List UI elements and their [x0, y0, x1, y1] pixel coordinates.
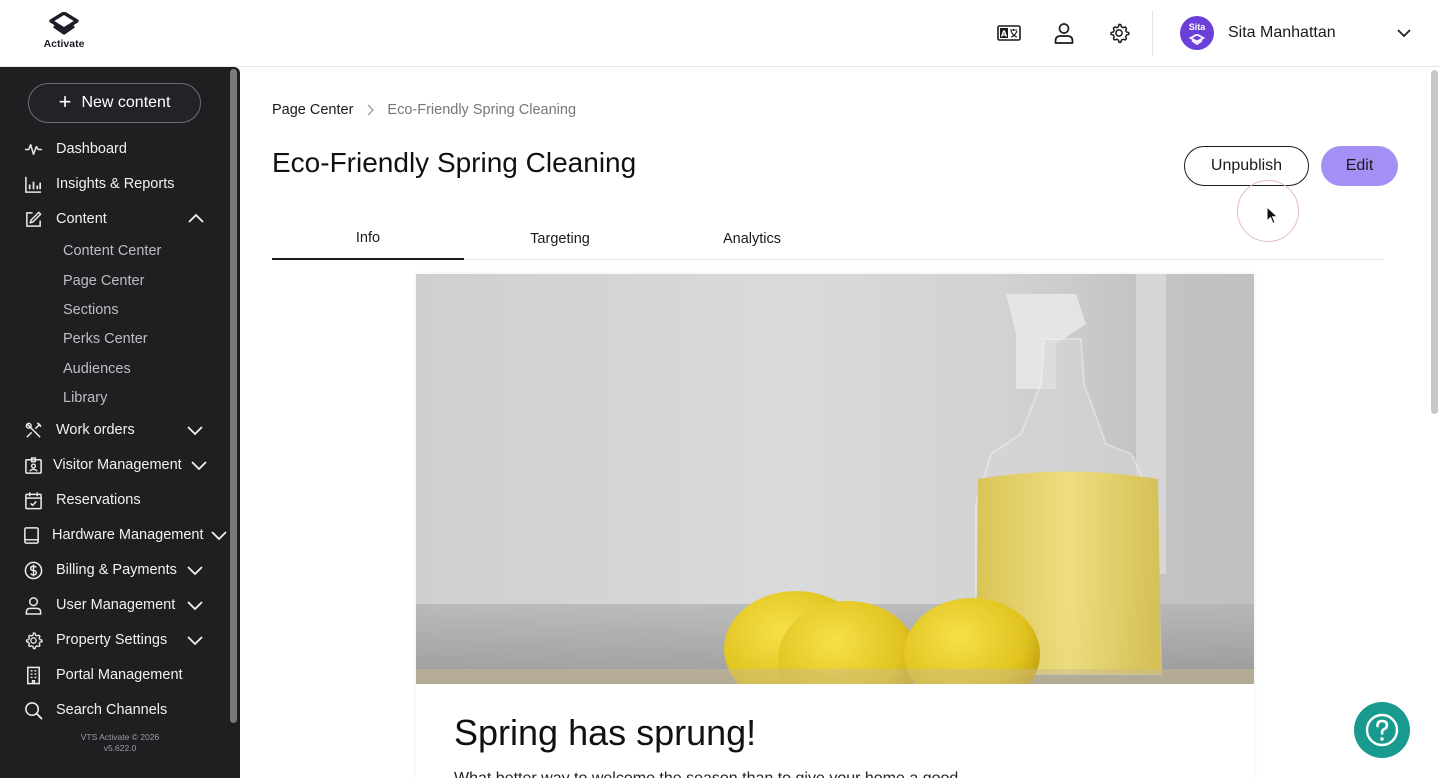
translate-icon[interactable]: A — [996, 20, 1022, 46]
sidebar-scrollbar[interactable] — [230, 69, 237, 723]
dollar-icon — [24, 561, 43, 580]
person-icon[interactable] — [1051, 20, 1077, 46]
svg-text:A: A — [1001, 30, 1008, 39]
chevron-down-icon[interactable] — [211, 527, 227, 543]
sidebar-item-billing[interactable]: Billing & Payments — [0, 555, 230, 585]
edit-button[interactable]: Edit — [1321, 146, 1398, 186]
breadcrumb: Page Center Eco-Friendly Spring Cleaning — [272, 102, 576, 118]
sidebar-sub-sections[interactable]: Sections — [63, 302, 119, 318]
breadcrumb-current: Eco-Friendly Spring Cleaning — [387, 102, 577, 118]
hero-image — [416, 274, 1254, 684]
sidebar-item-label: Insights & Reports — [56, 176, 175, 192]
chevron-down-icon[interactable] — [187, 632, 203, 648]
new-content-label: New content — [81, 94, 171, 111]
sidebar-item-dashboard[interactable]: Dashboard — [0, 134, 230, 164]
logo-text: Activate — [43, 38, 85, 50]
breadcrumb-page-center[interactable]: Page Center — [272, 102, 353, 118]
person-icon — [24, 596, 43, 615]
tab-info[interactable]: Info — [272, 217, 464, 260]
badge-icon — [24, 456, 43, 475]
chevron-right-icon — [367, 104, 375, 116]
user-name: Sita Manhattan — [1228, 24, 1336, 41]
building-icon — [24, 666, 43, 685]
help-button[interactable] — [1354, 702, 1410, 758]
sidebar-sub-perks-center[interactable]: Perks Center — [63, 331, 148, 347]
chevron-up-icon[interactable] — [188, 211, 204, 227]
version-line-2: v5.622.0 — [103, 743, 137, 753]
sidebar-sub-audiences[interactable]: Audiences — [63, 361, 131, 377]
sidebar-item-label: Reservations — [56, 492, 141, 508]
sidebar-item-property-settings[interactable]: Property Settings — [0, 625, 230, 655]
sidebar-item-label: Content — [56, 211, 107, 227]
tab-analytics[interactable]: Analytics — [656, 217, 848, 260]
sidebar-item-reservations[interactable]: Reservations — [0, 485, 230, 515]
header-divider — [1152, 10, 1153, 56]
sidebar-item-label: Visitor Management — [53, 457, 182, 473]
version-line-1: VTS Activate © 2026 — [80, 732, 160, 742]
sidebar-item-portal-management[interactable]: Portal Management — [0, 660, 230, 690]
tools-icon — [24, 421, 43, 440]
sidebar-item-label: Work orders — [56, 422, 135, 438]
search-icon — [24, 701, 43, 720]
gear-icon — [24, 631, 43, 650]
sidebar-item-label: User Management — [56, 597, 176, 613]
sidebar-item-visitor-management[interactable]: Visitor Management — [0, 450, 230, 480]
chevron-down-icon[interactable] — [187, 562, 203, 578]
chevron-down-icon[interactable] — [187, 597, 203, 613]
plus-icon: + — [58, 89, 72, 114]
sidebar-item-label: Dashboard — [56, 141, 127, 157]
avatar-initials: Sita — [1188, 22, 1206, 32]
sidebar-item-label: Search Channels — [56, 702, 168, 718]
sidebar-item-label: Hardware Management — [52, 527, 204, 543]
sidebar-sub-page-center[interactable]: Page Center — [63, 273, 144, 289]
bar-chart-icon — [24, 175, 43, 194]
avatar: Sita — [1180, 16, 1214, 50]
new-content-button[interactable]: + New content — [28, 83, 201, 123]
calendar-icon — [24, 491, 43, 510]
user-menu[interactable]: Sita Sita Manhattan — [1180, 16, 1411, 50]
sidebar-item-content[interactable]: Content — [0, 204, 230, 234]
chevron-down-icon[interactable] — [1396, 25, 1412, 41]
page-title: Eco-Friendly Spring Cleaning — [272, 147, 637, 178]
chevron-down-icon[interactable] — [191, 457, 207, 473]
page-scrollbar[interactable] — [1431, 70, 1438, 414]
card-body-text: What better way to welcome the season th… — [454, 770, 958, 778]
activate-logo-icon — [49, 12, 79, 35]
question-icon — [1365, 713, 1399, 747]
sidebar-item-insights[interactable]: Insights & Reports — [0, 169, 230, 199]
edit-icon — [24, 210, 43, 229]
activate-logo[interactable]: Activate — [38, 12, 90, 54]
sidebar-item-label: Property Settings — [56, 632, 168, 648]
tab-targeting[interactable]: Targeting — [464, 217, 656, 260]
sidebar-item-hardware-management[interactable]: Hardware Management — [0, 520, 230, 550]
tab-bar: Info Targeting Analytics — [272, 217, 1384, 260]
sidebar-item-work-orders[interactable]: Work orders — [0, 415, 230, 445]
sidebar-sub-library[interactable]: Library — [63, 390, 107, 406]
sidebar-item-label: Billing & Payments — [56, 562, 177, 578]
sidebar-item-user-management[interactable]: User Management — [0, 590, 230, 620]
sidebar-item-label: Portal Management — [56, 667, 183, 683]
chevron-down-icon[interactable] — [187, 422, 203, 438]
top-bar: Activate A Sita Sita Manhattan — [0, 0, 1440, 67]
pulse-icon — [24, 140, 43, 159]
unpublish-button[interactable]: Unpublish — [1184, 146, 1309, 186]
sidebar-sub-content-center[interactable]: Content Center — [63, 243, 161, 259]
card-heading: Spring has sprung! — [454, 712, 757, 753]
tablet-icon — [22, 526, 41, 545]
content-preview-card: Spring has sprung! What better way to we… — [416, 274, 1254, 778]
sidebar: + New content Dashboard Insights & Repor… — [0, 67, 240, 778]
avatar-logo-icon — [1189, 34, 1205, 45]
gear-icon[interactable] — [1106, 20, 1132, 46]
main-content: Page Center Eco-Friendly Spring Cleaning… — [240, 67, 1430, 778]
spray-bottle-lemons-image — [416, 274, 1254, 684]
sidebar-item-search-channels[interactable]: Search Channels — [0, 695, 230, 725]
